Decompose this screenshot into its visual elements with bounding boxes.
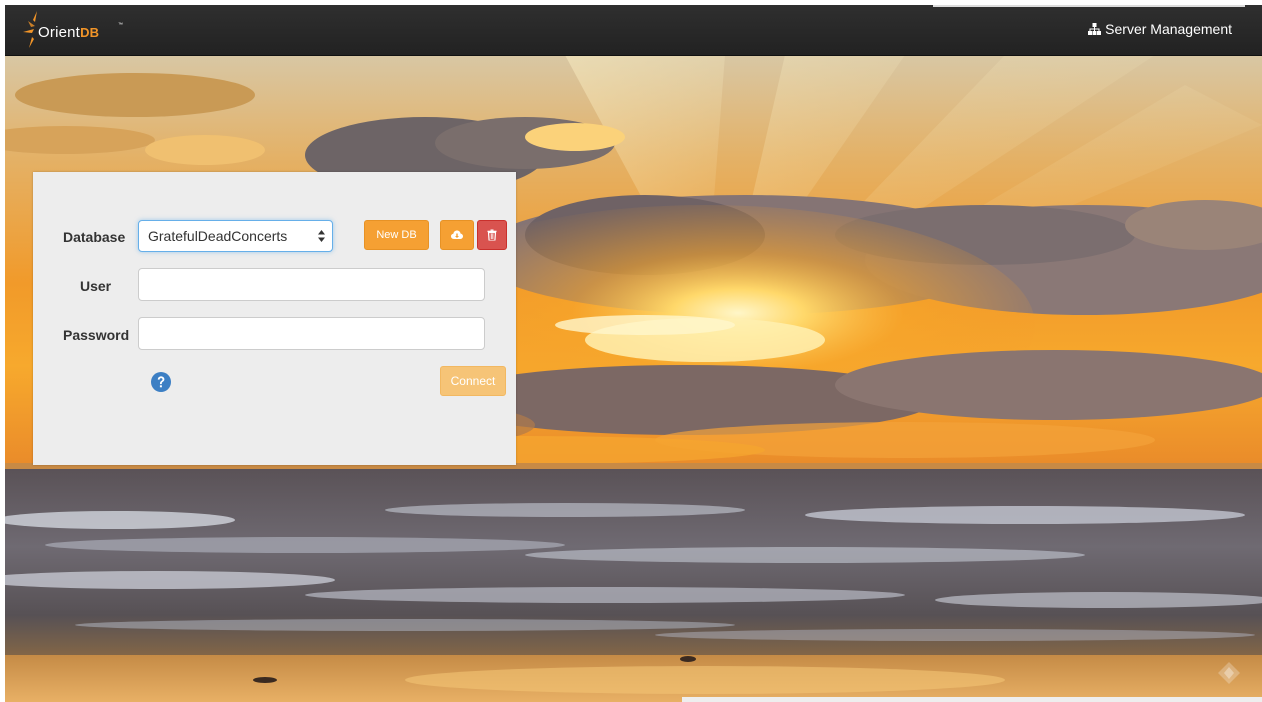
database-label: Database (63, 229, 126, 245)
delete-db-button[interactable] (477, 220, 507, 250)
cloud-download-icon (451, 230, 463, 239)
sitemap-icon (1088, 23, 1102, 35)
server-management-label: Server Management (1105, 21, 1232, 37)
database-select[interactable]: GratefulDeadConcerts (138, 220, 333, 252)
watermark-badge-icon (1218, 662, 1240, 684)
password-label: Password (63, 327, 130, 343)
login-panel: Database GratefulDeadConcerts New DB Use… (33, 172, 516, 465)
brand-trademark: ™ (118, 22, 123, 28)
top-navbar: OrientDB ™ Server Management (5, 5, 1262, 56)
question-circle-icon[interactable] (151, 372, 171, 392)
connect-button[interactable]: Connect (440, 366, 506, 396)
brand-name: OrientDB (38, 24, 100, 41)
top-strip (933, 5, 1245, 7)
trash-icon (487, 229, 497, 241)
app-frame: OrientDB ™ Server Management Database Gr… (5, 5, 1262, 702)
orientdb-logo[interactable]: OrientDB ™ (23, 11, 133, 49)
user-input[interactable] (138, 268, 485, 301)
server-management-link[interactable]: Server Management (1088, 21, 1232, 37)
password-input[interactable] (138, 317, 485, 350)
bottom-strip (682, 697, 1262, 702)
database-selected-value: GratefulDeadConcerts (148, 228, 288, 244)
new-db-button[interactable]: New DB (364, 220, 429, 250)
user-label: User (80, 278, 112, 294)
select-arrows-icon (318, 230, 325, 242)
brand-db-accent: DB (80, 25, 100, 40)
import-db-button[interactable] (440, 220, 474, 250)
